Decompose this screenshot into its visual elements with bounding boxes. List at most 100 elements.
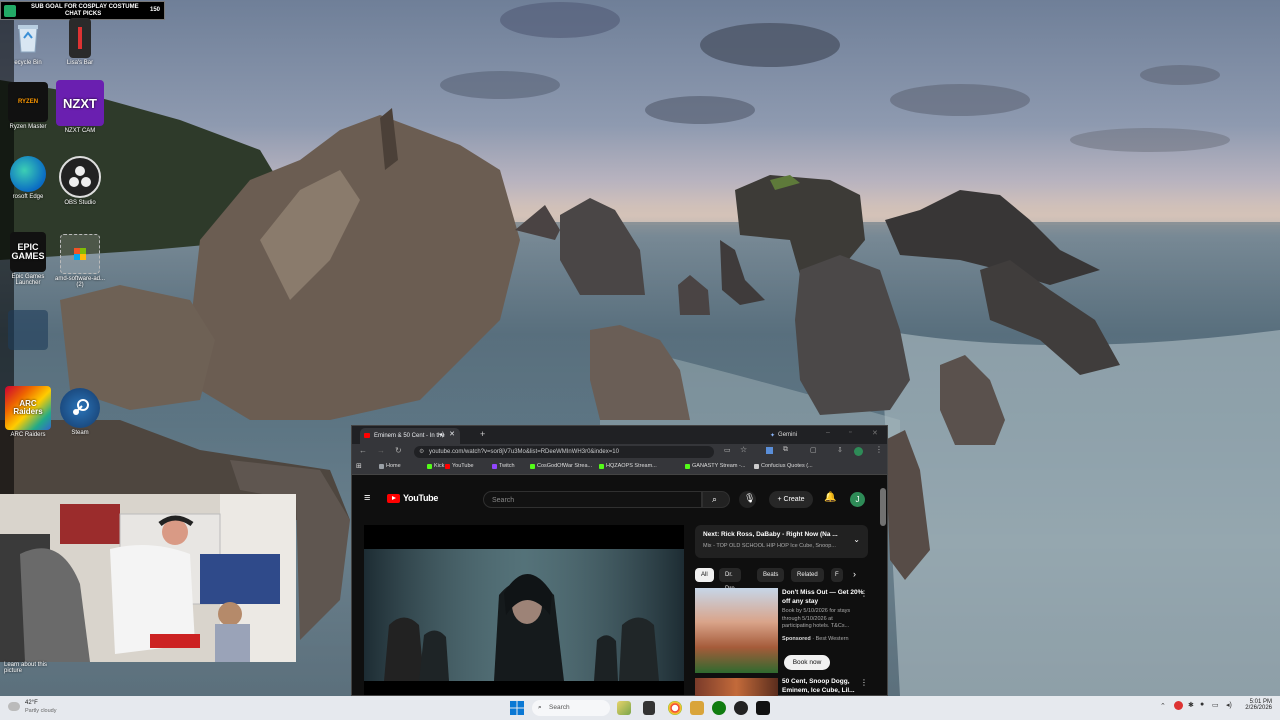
- desktop-icon-arc-raiders[interactable]: ARC Raiders ARC Raiders: [0, 386, 56, 438]
- sidebar-icon[interactable]: ▢: [810, 446, 817, 454]
- edge-icon: [10, 156, 46, 192]
- youtube-search-button[interactable]: ⌕: [702, 491, 730, 508]
- xbox-icon[interactable]: [712, 701, 726, 715]
- downloads-icon[interactable]: ⇩: [837, 446, 843, 454]
- voice-search-button[interactable]: 🎙: [739, 491, 756, 508]
- page-scrollbar[interactable]: [880, 488, 886, 526]
- hamburger-menu-icon[interactable]: ≡: [364, 492, 370, 504]
- address-bar[interactable]: ⚙ youtube.com/watch?v=sor8jV7u3Mo&list=R…: [414, 446, 714, 458]
- file-explorer-icon[interactable]: [690, 701, 704, 715]
- desktop-icon-ryzen-master[interactable]: RYZEN Ryzen Master: [0, 82, 56, 130]
- chip-all[interactable]: All: [695, 568, 714, 582]
- volume-icon[interactable]: ◂): [1226, 701, 1232, 709]
- gemini-button[interactable]: ✦ Gemini: [770, 429, 797, 441]
- bookmark-star-icon[interactable]: ☆: [740, 445, 747, 454]
- tray-mic-icon[interactable]: ●: [1200, 701, 1204, 708]
- installer-icon: [60, 234, 100, 274]
- chip-dr-dre[interactable]: Dr. Dre: [719, 568, 741, 592]
- desktop-icon-edge[interactable]: rosoft Edge: [0, 156, 56, 200]
- youtube-logo[interactable]: YouTube: [387, 493, 438, 503]
- desktop-icon-epic-games[interactable]: EPIC GAMES Epic Games Launcher: [0, 232, 56, 286]
- desktop-icon-unknown[interactable]: [0, 310, 56, 352]
- copilot-icon[interactable]: [617, 701, 631, 715]
- bookmark-item[interactable]: Home: [379, 463, 401, 469]
- windows-logo-icon: [510, 701, 524, 715]
- next-video-thumbnail[interactable]: [695, 678, 778, 697]
- bookmark-item[interactable]: Twitch: [492, 463, 515, 469]
- terminal-icon[interactable]: [756, 701, 770, 715]
- create-button[interactable]: + Create: [769, 491, 813, 508]
- address-row: ← → ↻ ⚙ youtube.com/watch?v=sor8jV7u3Mo&…: [352, 444, 887, 460]
- desktop-icon-amd-installer[interactable]: amd-software-ad...(2): [52, 234, 108, 288]
- desktop-icon-steam[interactable]: Steam: [52, 388, 108, 436]
- taskbar-search[interactable]: ⌕ Search: [532, 700, 610, 716]
- sub-goal-title: SUB GOAL FOR COSPLAY COSTUME: [31, 4, 139, 10]
- chip-more[interactable]: F: [831, 568, 843, 582]
- bookmark-item[interactable]: GANASTY Stream -...: [685, 463, 745, 469]
- extensions-puzzle-icon[interactable]: ⧉: [783, 446, 788, 454]
- close-tab-icon[interactable]: ✕: [449, 430, 455, 438]
- menu-kebab-icon[interactable]: ⋮: [875, 445, 883, 454]
- clock[interactable]: 5:01 PM 2/26/2026: [1238, 699, 1272, 711]
- bookmark-favicon-icon: [599, 463, 604, 469]
- tab-youtube[interactable]: Eminem & 50 Cent - In the ◂) ✕: [360, 428, 460, 444]
- minimize-button[interactable]: –: [826, 429, 830, 436]
- bookmark-favicon-icon: [445, 463, 450, 469]
- site-info-icon[interactable]: ⚙: [419, 446, 424, 458]
- obs-taskbar-icon[interactable]: [734, 701, 748, 715]
- tray-overflow-icon[interactable]: ⌃: [1160, 702, 1166, 710]
- learn-about-picture[interactable]: Learn about this picture: [4, 662, 50, 674]
- ad-menu-icon[interactable]: ⋮: [860, 589, 868, 598]
- desktop-icon-label: NZXT CAM: [64, 128, 96, 134]
- partly-cloudy-icon: [8, 702, 20, 711]
- video-player[interactable]: [364, 525, 684, 695]
- tray-app-icon[interactable]: [1174, 701, 1183, 710]
- task-view-icon[interactable]: [643, 701, 655, 715]
- forward-button[interactable]: →: [377, 446, 385, 455]
- bookmark-favicon-icon: [379, 463, 384, 469]
- tray-bluetooth-icon[interactable]: ✱: [1188, 701, 1194, 709]
- desktop-icon-lisas-bar[interactable]: Lisa's Bar: [52, 18, 108, 66]
- desktop-icon-recycle-bin[interactable]: ecycle Bin: [0, 18, 56, 66]
- bookmark-item[interactable]: Confucius Quotes (...: [754, 463, 813, 469]
- apps-grid-icon[interactable]: ⊞: [356, 462, 362, 470]
- maximize-button[interactable]: ▫: [849, 429, 851, 436]
- chevron-down-icon[interactable]: ⌄: [853, 535, 860, 544]
- audio-icon[interactable]: ◂): [439, 431, 444, 438]
- reload-button[interactable]: ↻: [395, 446, 402, 455]
- close-window-button[interactable]: ✕: [872, 429, 878, 437]
- bookmark-label: GANASTY Stream -...: [692, 463, 746, 469]
- bookmark-item[interactable]: HQZAOPS Stream...: [599, 463, 657, 469]
- ryzen-icon: RYZEN: [8, 82, 48, 122]
- youtube-search-input[interactable]: Search: [483, 491, 702, 508]
- search-icon: ⌕: [712, 494, 718, 504]
- ad-title[interactable]: Don't Miss Out — Get 20% off any stay: [782, 589, 864, 606]
- desktop-icon-nzxt-cam[interactable]: NZXT NZXT CAM: [52, 80, 108, 134]
- bookmark-item[interactable]: YouTube: [445, 463, 474, 469]
- chip-related[interactable]: Related: [791, 568, 824, 582]
- new-tab-button[interactable]: +: [480, 429, 485, 439]
- start-button[interactable]: [510, 701, 524, 715]
- address-url: youtube.com/watch?v=sor8jV7u3Mo&list=RDe…: [429, 449, 619, 455]
- bookmark-item[interactable]: Kick: [427, 463, 444, 469]
- next-video-title[interactable]: 50 Cent, Snoop Dogg, Eminem, Ice Cube, L…: [782, 678, 862, 695]
- next-up-panel[interactable]: Next: Rick Ross, DaBaby - Right Now (Na …: [695, 525, 868, 558]
- bookmark-label: YouTube: [452, 463, 474, 469]
- next-video-menu-icon[interactable]: ⋮: [860, 678, 868, 687]
- notifications-bell-icon[interactable]: 🔔: [824, 492, 836, 503]
- youtube-avatar[interactable]: J: [850, 492, 865, 507]
- chips-next-arrow-icon[interactable]: ›: [853, 569, 856, 579]
- chip-beats[interactable]: Beats: [757, 568, 785, 582]
- ad-cta-button[interactable]: Book now: [784, 655, 830, 670]
- desktop-icon-obs-studio[interactable]: OBS Studio: [52, 156, 108, 206]
- back-button[interactable]: ←: [359, 446, 367, 455]
- desktop-icon-label: amd-software-ad...(2): [54, 276, 106, 288]
- network-icon[interactable]: ▭: [1212, 701, 1219, 709]
- ad-thumbnail[interactable]: [695, 588, 778, 673]
- bookmark-favicon-icon: [685, 463, 690, 469]
- profile-avatar[interactable]: [854, 447, 863, 456]
- chrome-icon[interactable]: [668, 701, 682, 715]
- cast-icon[interactable]: ▭: [724, 446, 731, 454]
- extension-icon[interactable]: [766, 447, 773, 454]
- bookmark-item[interactable]: CosGodOfWar Strea...: [530, 463, 592, 469]
